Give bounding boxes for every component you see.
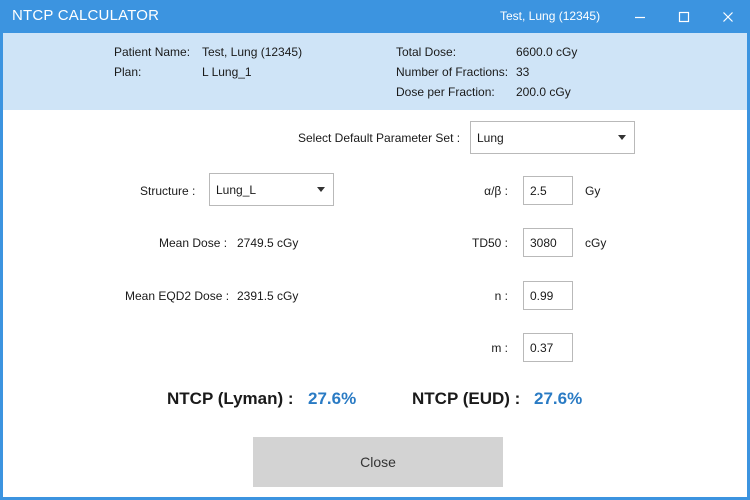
- structure-dropdown[interactable]: Lung_L: [209, 173, 334, 206]
- ntcp-eud-label: NTCP (EUD) :: [412, 389, 521, 408]
- fractions-value: 33: [516, 65, 530, 79]
- patient-info-panel: Patient Name: Test, Lung (12345) Plan: L…: [3, 33, 747, 110]
- patient-name-label: Patient Name:: [114, 45, 191, 59]
- maximize-button[interactable]: [662, 0, 706, 33]
- td50-input[interactable]: [523, 228, 573, 257]
- fractions-label: Number of Fractions:: [396, 65, 509, 79]
- parameter-set-dropdown[interactable]: Lung: [470, 121, 635, 154]
- parameter-set-label: Select Default Parameter Set :: [298, 131, 461, 145]
- mean-dose-label: Mean Dose :: [159, 236, 228, 250]
- patient-name-value: Test, Lung (12345): [202, 45, 303, 59]
- close-icon: [722, 11, 734, 23]
- alpha-beta-unit: Gy: [585, 184, 601, 198]
- total-dose-value: 6600.0 cGy: [516, 45, 578, 59]
- close-button[interactable]: Close: [253, 437, 503, 487]
- structure-selected: Lung_L: [216, 183, 257, 197]
- m-input[interactable]: [523, 333, 573, 362]
- dose-per-fraction-value: 200.0 cGy: [516, 85, 571, 99]
- plan-value: L Lung_1: [202, 65, 252, 79]
- structure-label: Structure :: [140, 184, 196, 198]
- window-title: NTCP CALCULATOR: [12, 7, 160, 24]
- alpha-beta-label: α/β :: [484, 184, 508, 198]
- td50-label: TD50 :: [471, 236, 508, 250]
- mean-eqd2-label: Mean EQD2 Dose :: [125, 289, 230, 303]
- m-label: m :: [491, 341, 508, 355]
- parameter-set-selected: Lung: [477, 131, 504, 145]
- window-patient-title: Test, Lung (12345): [500, 9, 601, 23]
- total-dose-label: Total Dose:: [396, 45, 457, 59]
- maximize-icon: [678, 11, 690, 23]
- ntcp-lyman-value: 27.6%: [308, 389, 357, 408]
- alpha-beta-input[interactable]: [523, 176, 573, 205]
- dose-per-fraction-label: Dose per Fraction:: [396, 85, 495, 99]
- chevron-down-icon: [317, 187, 325, 192]
- chevron-down-icon: [618, 135, 626, 140]
- minimize-button[interactable]: [618, 0, 662, 33]
- td50-unit: cGy: [585, 236, 607, 250]
- ntcp-eud-value: 27.6%: [534, 389, 583, 408]
- minimize-icon: [634, 11, 646, 23]
- mean-eqd2-value: 2391.5 cGy: [237, 289, 299, 303]
- n-input[interactable]: [523, 281, 573, 310]
- mean-dose-value: 2749.5 cGy: [237, 236, 299, 250]
- close-window-button[interactable]: [706, 0, 750, 33]
- plan-label: Plan:: [114, 65, 142, 79]
- title-bar: NTCP CALCULATOR Test, Lung (12345): [0, 0, 750, 33]
- n-label: n :: [494, 289, 508, 303]
- ntcp-lyman-label: NTCP (Lyman) :: [167, 389, 294, 408]
